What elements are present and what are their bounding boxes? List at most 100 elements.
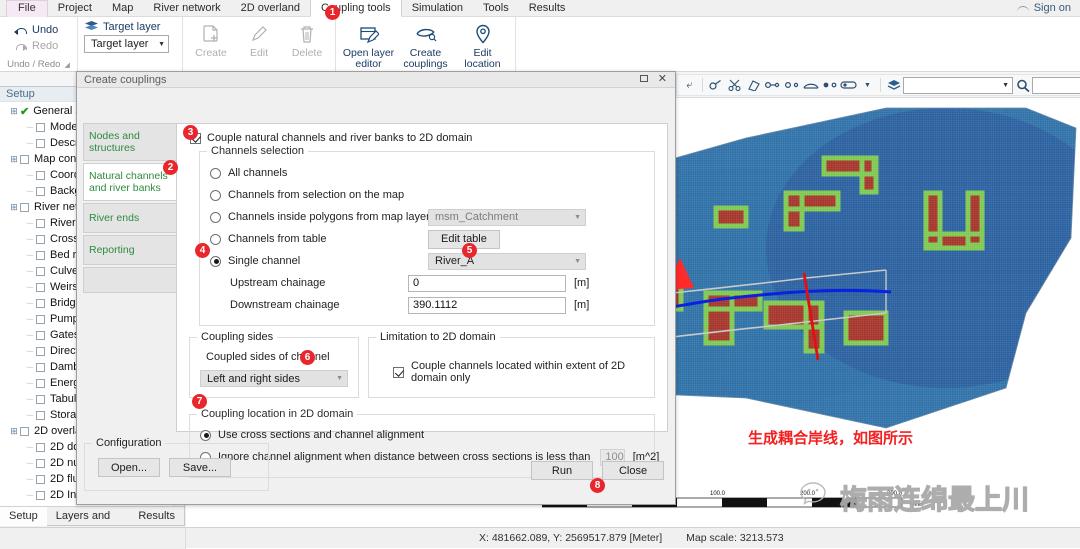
tree-checkbox[interactable] bbox=[36, 122, 45, 132]
option-all-channels[interactable]: All channels bbox=[210, 162, 644, 184]
tree-checkbox[interactable] bbox=[36, 362, 45, 372]
tree-checkbox[interactable] bbox=[36, 234, 45, 244]
bridge-icon[interactable] bbox=[801, 76, 820, 95]
tree-branch-icon: ─ bbox=[26, 138, 34, 148]
tree-checkbox[interactable] bbox=[36, 218, 45, 228]
tree-checkbox[interactable] bbox=[36, 378, 45, 388]
close-icon[interactable]: ✕ bbox=[658, 74, 667, 85]
open-layer-editor-button[interactable]: Open layer editor bbox=[340, 20, 397, 70]
run-button[interactable]: Run bbox=[531, 461, 593, 480]
create-label: Create bbox=[195, 47, 227, 59]
dialog-tab-nodes-and-structures[interactable]: Nodes and structures bbox=[83, 123, 177, 161]
tab-setup[interactable]: Setup bbox=[0, 506, 47, 526]
tree-checkbox[interactable] bbox=[36, 442, 45, 452]
undo-button[interactable]: Undo bbox=[4, 22, 62, 38]
node-line-icon[interactable] bbox=[763, 76, 782, 95]
tree-checkbox[interactable] bbox=[36, 250, 45, 260]
sign-on-button[interactable]: Sign on bbox=[1016, 2, 1080, 14]
menu-item-coupling-tools[interactable]: Coupling tools bbox=[309, 0, 402, 17]
redo-button[interactable]: Redo bbox=[4, 38, 62, 54]
radio-channels-from-map-selection[interactable] bbox=[210, 189, 221, 201]
create-button[interactable]: Create bbox=[187, 20, 235, 59]
tree-checkbox[interactable] bbox=[36, 314, 45, 324]
tree-checkbox[interactable] bbox=[36, 138, 45, 148]
search-combo[interactable]: ▼ bbox=[1032, 76, 1080, 94]
undo-arrow-icon[interactable]: ⤶ bbox=[680, 76, 699, 95]
open-layer-editor-label: Open layer editor bbox=[342, 47, 395, 70]
radio-all-channels[interactable] bbox=[210, 167, 221, 179]
delete-button[interactable]: Delete bbox=[283, 20, 331, 59]
tab-layers-and-symbols[interactable]: Layers and symbols bbox=[47, 507, 130, 541]
dialog-title-bar[interactable]: Create couplings ✕ bbox=[77, 72, 675, 88]
expander-icon[interactable]: ⊞ bbox=[8, 154, 20, 165]
maximize-icon[interactable] bbox=[639, 75, 648, 82]
link-icon[interactable] bbox=[706, 76, 725, 95]
save-config-button[interactable]: Save... bbox=[169, 458, 231, 477]
dialog-tab-river-ends[interactable]: River ends bbox=[83, 203, 177, 233]
node-circle-icon[interactable] bbox=[782, 76, 801, 95]
scissors-icon[interactable] bbox=[725, 76, 744, 95]
menu-item-tools[interactable]: Tools bbox=[473, 0, 519, 17]
tree-checkbox[interactable] bbox=[36, 298, 45, 308]
limitation-checkbox[interactable] bbox=[393, 366, 404, 378]
expander-icon[interactable]: ⊞ bbox=[8, 426, 20, 437]
expander-icon[interactable]: ⊞ bbox=[8, 106, 20, 117]
menu-item-results[interactable]: Results bbox=[519, 0, 576, 17]
expander-icon[interactable]: ⊞ bbox=[8, 202, 20, 213]
target-layer-combo[interactable]: Target layer ▼ bbox=[84, 35, 169, 53]
tree-checkbox[interactable] bbox=[36, 266, 45, 276]
chevron-down-icon: ▼ bbox=[1002, 81, 1009, 89]
tree-checkbox[interactable] bbox=[20, 154, 29, 164]
tree-checkbox[interactable] bbox=[36, 346, 45, 356]
eraser-icon[interactable] bbox=[744, 76, 763, 95]
capsule-icon[interactable] bbox=[839, 76, 858, 95]
tree-checkbox[interactable] bbox=[36, 282, 45, 292]
menu-item-project[interactable]: Project bbox=[48, 0, 102, 17]
radio-single-channel[interactable] bbox=[210, 255, 221, 267]
dialog-launcher-icon[interactable]: ◢ bbox=[64, 61, 69, 69]
tree-checkbox[interactable] bbox=[36, 170, 45, 180]
single-channel-combo[interactable]: River_A ▼ bbox=[428, 252, 586, 270]
tree-checkbox[interactable] bbox=[36, 474, 45, 484]
close-button[interactable]: Close bbox=[602, 461, 664, 480]
layers-combo[interactable]: ▼ bbox=[903, 76, 1013, 94]
magnifier-icon[interactable] bbox=[1013, 76, 1032, 95]
tree-checkbox[interactable] bbox=[36, 186, 45, 196]
menu-item-river-network[interactable]: River network bbox=[143, 0, 230, 17]
overflow-caret-icon[interactable]: ▼ bbox=[858, 76, 877, 95]
edit-button[interactable]: Edit bbox=[235, 20, 283, 59]
tree-checkbox[interactable] bbox=[36, 458, 45, 468]
tree-checkbox[interactable] bbox=[20, 202, 29, 212]
option-channels-from-table[interactable]: Channels from table Edit table bbox=[210, 228, 644, 250]
limitation-checkbox-row[interactable]: Couple channels located within extent of… bbox=[379, 350, 644, 384]
tab-results[interactable]: Results bbox=[129, 507, 184, 526]
menu-item-2d-overland[interactable]: 2D overland bbox=[231, 0, 310, 17]
coupled-sides-combo-value: Left and right sides bbox=[207, 372, 300, 385]
dialog-tab-reporting[interactable]: Reporting bbox=[83, 235, 177, 265]
tree-checkbox[interactable] bbox=[36, 410, 45, 420]
tree-checkbox[interactable] bbox=[36, 394, 45, 404]
channels-selection-legend: Channels selection bbox=[207, 145, 308, 157]
option-channels-from-map-selection[interactable]: Channels from selection on the map bbox=[210, 184, 644, 206]
create-couplings-button[interactable]: Create couplings bbox=[397, 20, 454, 70]
upstream-chainage-label: Upstream chainage bbox=[230, 277, 326, 289]
tree-checkbox[interactable] bbox=[36, 330, 45, 340]
tree-checkbox[interactable] bbox=[36, 490, 45, 500]
create-couplings-label: Create couplings bbox=[403, 47, 448, 70]
radio-channels-inside-polygons[interactable] bbox=[210, 211, 221, 223]
menu-item-file[interactable]: File bbox=[6, 0, 48, 17]
open-config-button[interactable]: Open... bbox=[98, 458, 160, 477]
layers-icon[interactable] bbox=[884, 76, 903, 95]
two-nodes-icon[interactable] bbox=[820, 76, 839, 95]
edit-location-button[interactable]: Edit location bbox=[454, 20, 511, 70]
tree-checkbox[interactable] bbox=[20, 426, 29, 436]
downstream-chainage-input[interactable]: 390.1112 bbox=[408, 296, 566, 314]
radio-channels-from-table[interactable] bbox=[210, 233, 221, 245]
upstream-chainage-input[interactable]: 0 bbox=[408, 274, 566, 292]
map-layer-combo[interactable]: msm_Catchment ▼ bbox=[428, 208, 586, 226]
menu-item-simulation[interactable]: Simulation bbox=[402, 0, 473, 17]
coupled-sides-combo[interactable]: Left and right sides ▼ bbox=[200, 370, 348, 387]
option-single-channel[interactable]: Single channel River_A ▼ bbox=[210, 250, 644, 272]
option-channels-inside-polygons[interactable]: Channels inside polygons from map layer … bbox=[210, 206, 644, 228]
menu-item-map[interactable]: Map bbox=[102, 0, 143, 17]
